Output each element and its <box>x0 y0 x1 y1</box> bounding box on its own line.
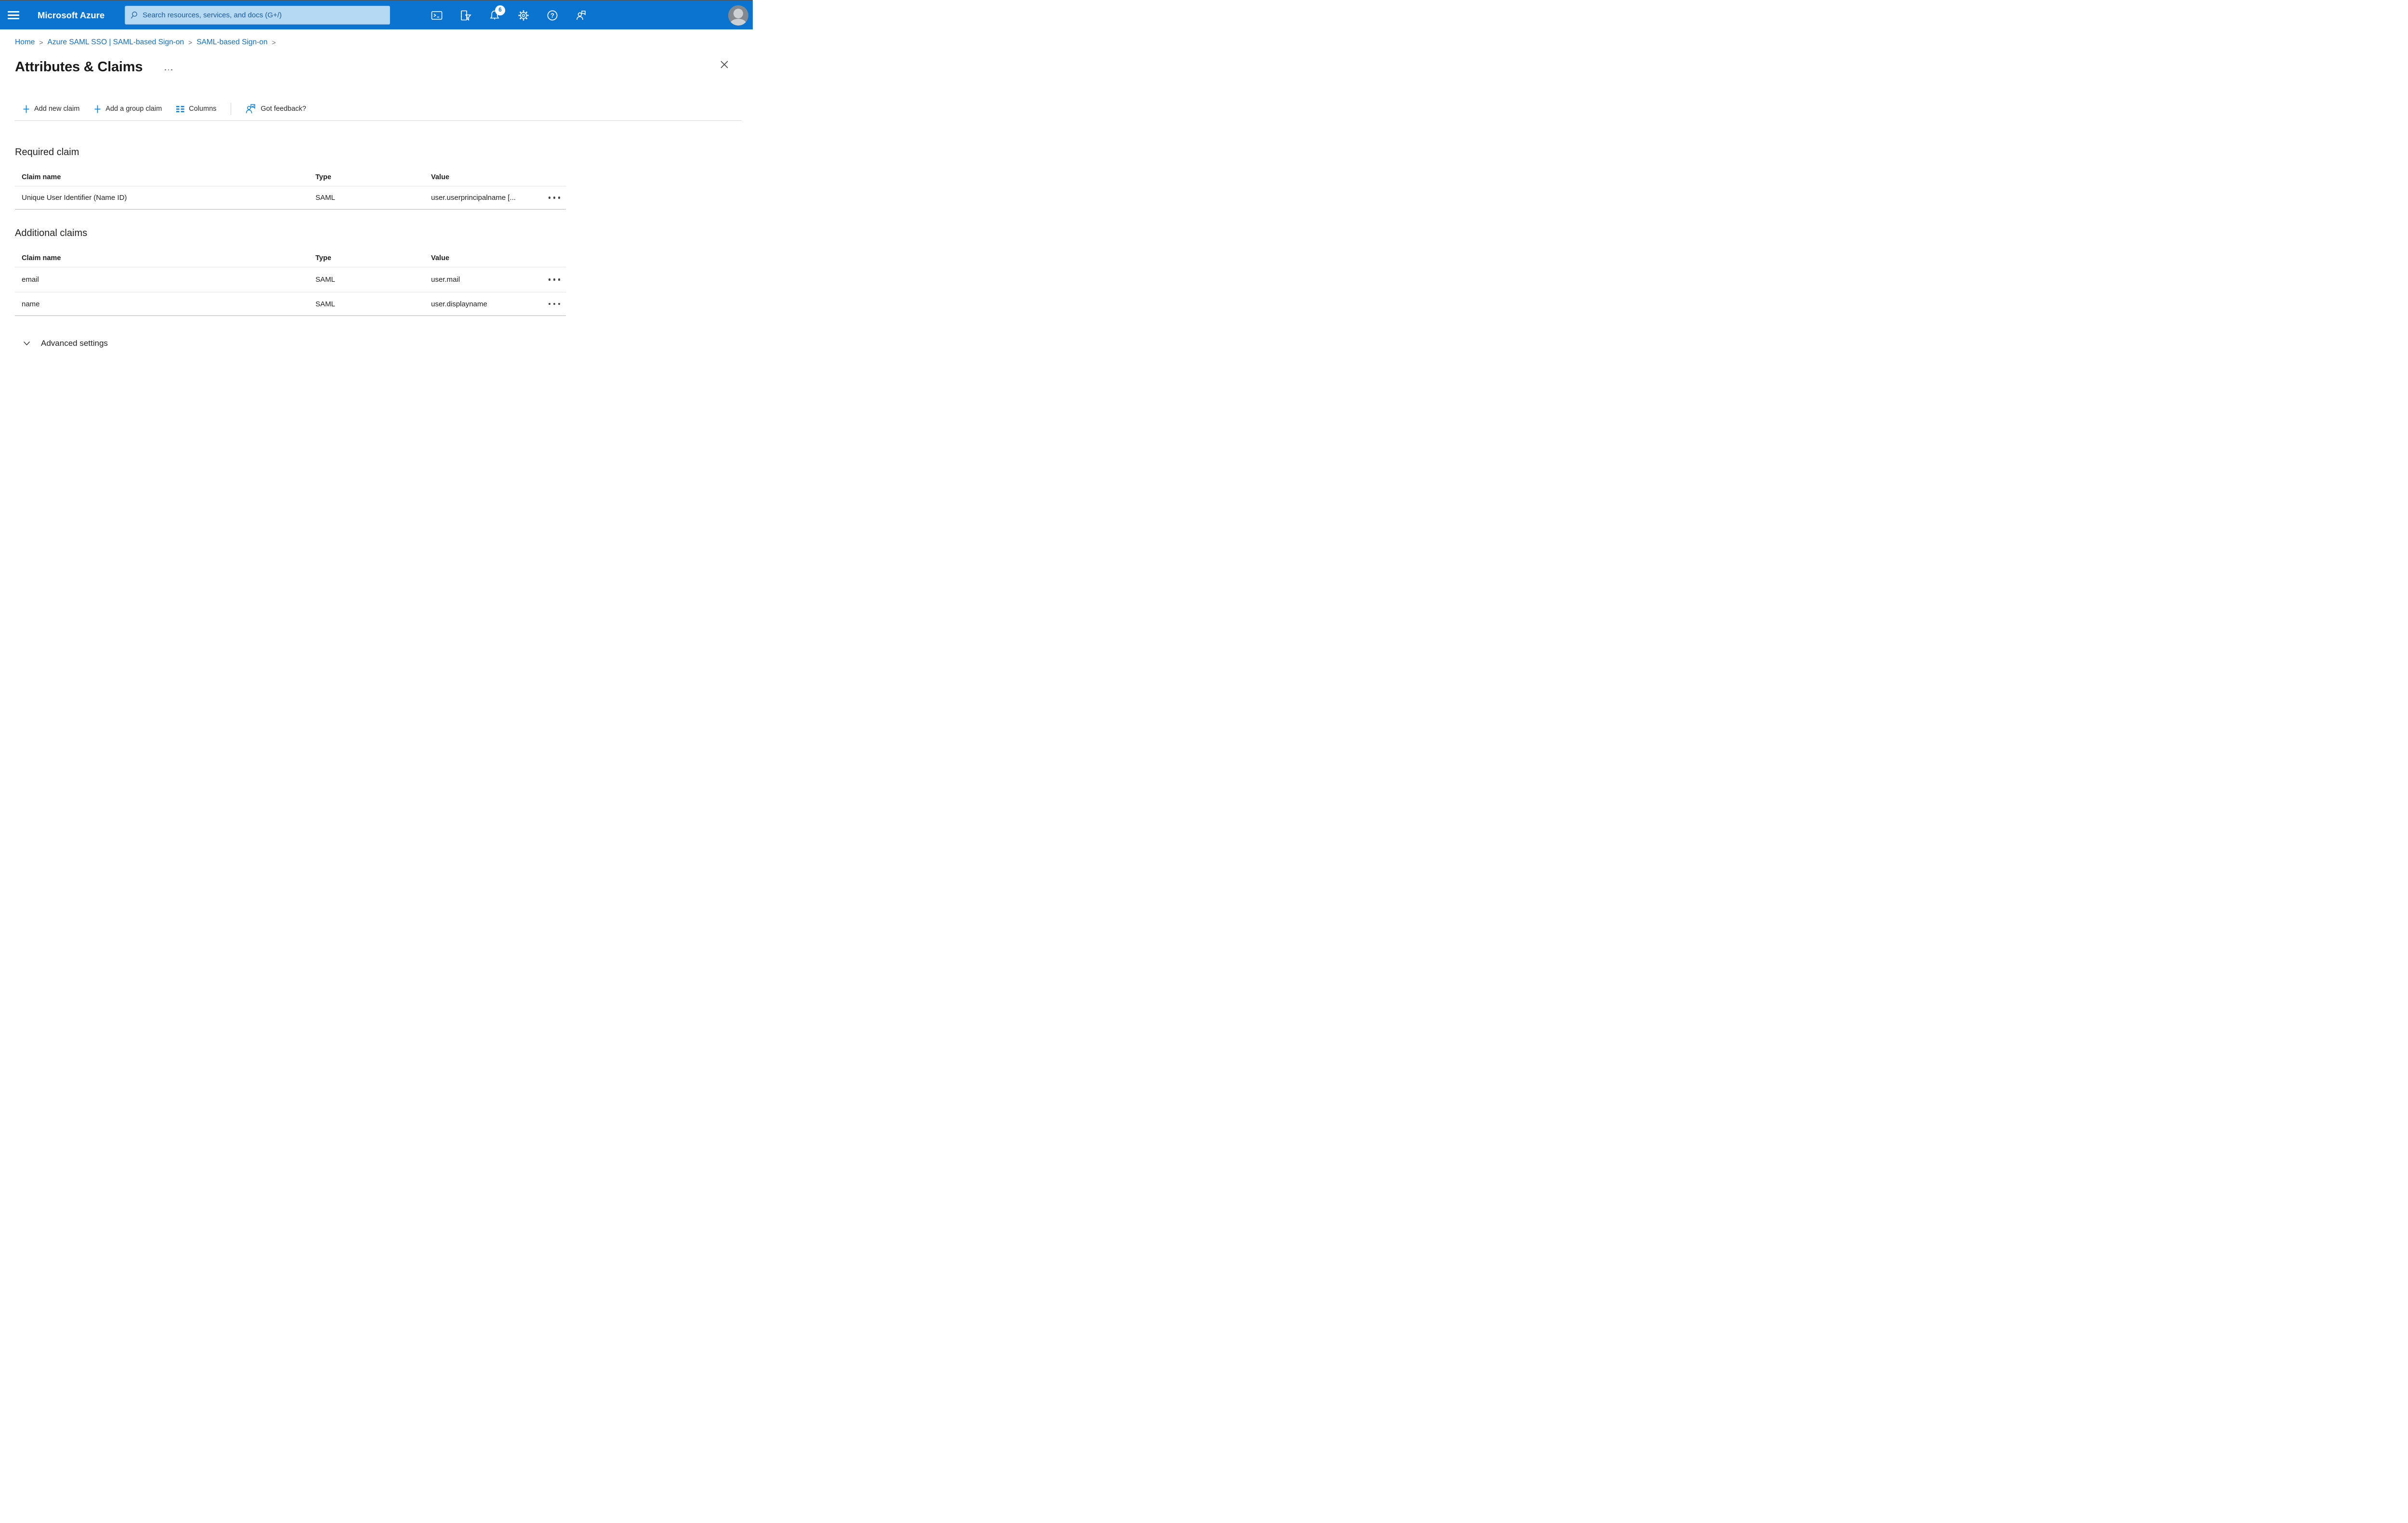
got-feedback-button[interactable]: Got feedback? <box>246 104 306 114</box>
header-icon-group: 6 ? <box>431 5 587 21</box>
title-row: Attributes & Claims <box>15 57 753 77</box>
advanced-settings-toggle[interactable]: Advanced settings <box>15 337 753 350</box>
claim-type-cell: SAML <box>315 194 335 202</box>
table-header-row: Claim name Type Value <box>15 249 566 267</box>
column-header-value: Value <box>431 254 449 262</box>
claim-value-cell: user.mail <box>431 276 460 284</box>
toolbar-separator-line <box>14 120 742 121</box>
claim-name-cell: email <box>22 276 39 284</box>
svg-text:?: ? <box>550 12 554 19</box>
add-new-claim-button[interactable]: Add new claim <box>23 105 79 113</box>
feedback-person-icon[interactable] <box>576 10 587 21</box>
required-claim-heading: Required claim <box>15 147 79 158</box>
breadcrumb: Home > Azure SAML SSO | SAML-based Sign-… <box>15 38 753 47</box>
hamburger-menu-icon[interactable] <box>8 11 19 19</box>
column-header-type: Type <box>315 173 331 181</box>
command-bar: Add new claim Add a group claim Columns <box>15 100 753 118</box>
cloud-shell-icon[interactable] <box>431 10 443 21</box>
claim-type-cell: SAML <box>315 300 335 308</box>
azure-top-bar: Microsoft Azure Search resources, servic… <box>0 1 753 29</box>
search-input[interactable] <box>125 6 391 25</box>
columns-label: Columns <box>189 105 217 113</box>
breadcrumb-app-sso[interactable]: Azure SAML SSO | SAML-based Sign-on <box>48 38 184 47</box>
column-header-claim-name: Claim name <box>22 173 61 181</box>
row-menu-button[interactable] <box>545 278 566 281</box>
claim-name-cell: Unique User Identifier (Name ID) <box>22 194 127 202</box>
claim-name-cell: name <box>22 300 40 308</box>
chevron-down-icon <box>23 341 30 346</box>
breadcrumb-separator-icon: > <box>272 39 276 46</box>
got-feedback-label: Got feedback? <box>261 105 306 113</box>
page-title: Attributes & Claims <box>15 59 143 75</box>
breadcrumb-separator-icon: > <box>39 39 43 46</box>
feedback-icon <box>246 104 256 114</box>
search-icon <box>131 12 137 19</box>
help-icon[interactable]: ? <box>547 10 558 21</box>
plus-icon <box>23 105 29 113</box>
columns-button[interactable]: Columns <box>176 105 216 113</box>
breadcrumb-separator-icon: > <box>188 39 193 46</box>
table-header-row: Claim name Type Value <box>15 169 566 186</box>
row-menu-button[interactable] <box>545 197 566 199</box>
global-search <box>125 6 391 25</box>
table-row[interactable]: email SAML user.mail <box>15 267 566 292</box>
avatar[interactable] <box>728 5 748 26</box>
add-new-claim-label: Add new claim <box>34 105 80 113</box>
notifications-bell-icon[interactable]: 6 <box>489 5 505 21</box>
row-menu-button[interactable] <box>545 302 566 305</box>
table-row[interactable]: name SAML user.displayname <box>15 292 566 316</box>
close-blade-button[interactable] <box>718 58 731 71</box>
column-header-value: Value <box>431 173 449 181</box>
brand-title[interactable]: Microsoft Azure <box>38 10 105 21</box>
settings-gear-icon[interactable] <box>518 10 529 21</box>
claim-value-cell: user.userprincipalname [... <box>431 194 516 202</box>
additional-claims-table: Claim name Type Value email SAML user.ma… <box>15 249 566 316</box>
column-header-type: Type <box>315 254 331 262</box>
column-header-claim-name: Claim name <box>22 254 61 262</box>
plus-icon <box>94 105 101 113</box>
notification-badge: 6 <box>495 5 505 15</box>
directory-filter-icon[interactable] <box>460 10 471 21</box>
add-group-claim-label: Add a group claim <box>105 105 162 113</box>
claim-value-cell: user.displayname <box>431 300 487 308</box>
blade-content: Home > Azure SAML SSO | SAML-based Sign-… <box>0 38 753 350</box>
columns-icon <box>176 105 184 112</box>
additional-claims-heading: Additional claims <box>15 228 88 238</box>
close-icon <box>720 61 728 68</box>
add-group-claim-button[interactable]: Add a group claim <box>94 105 162 113</box>
title-context-menu-icon[interactable] <box>163 67 174 73</box>
breadcrumb-home[interactable]: Home <box>15 38 35 47</box>
claim-type-cell: SAML <box>315 276 335 284</box>
advanced-settings-label: Advanced settings <box>41 339 108 348</box>
table-row[interactable]: Unique User Identifier (Name ID) SAML us… <box>15 186 566 210</box>
breadcrumb-saml-signon[interactable]: SAML-based Sign-on <box>196 38 267 47</box>
required-claims-table: Claim name Type Value Unique User Identi… <box>15 169 566 210</box>
